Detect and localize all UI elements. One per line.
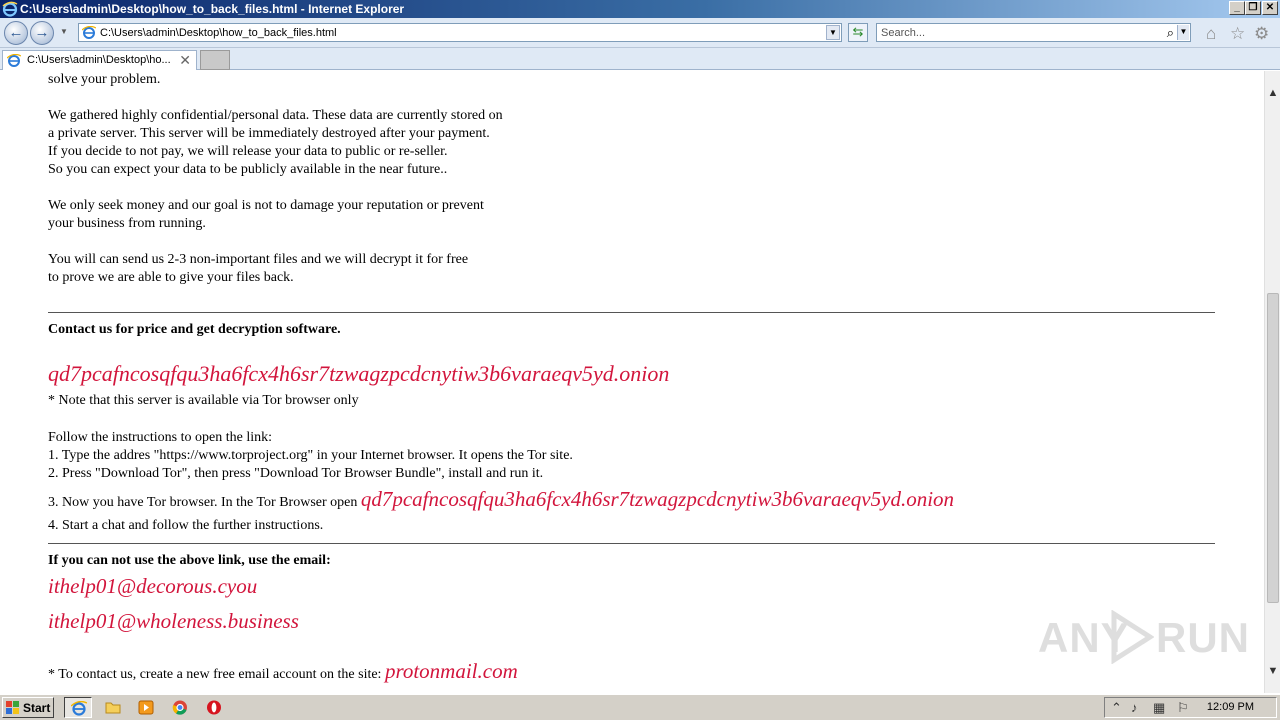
divider [48, 312, 1215, 313]
watermark-right-text: RUN [1156, 614, 1250, 661]
address-dropdown-icon[interactable]: ▼ [826, 25, 840, 40]
divider [48, 543, 1215, 544]
search-box[interactable]: Search... ⌕ ▼ [876, 23, 1191, 42]
step-4: 4. Start a chat and follow the further i… [48, 518, 324, 533]
title-bar: C:\Users\admin\Desktop\how_to_back_files… [0, 0, 1280, 18]
favorites-icon[interactable]: ☆ [1230, 24, 1245, 44]
email-heading: If you can not use the above link, use t… [48, 553, 331, 568]
gear-icon[interactable]: ⚙ [1254, 24, 1269, 44]
step-1: 1. Type the addres "https://www.torproje… [48, 448, 573, 463]
search-dropdown-icon[interactable]: ▼ [1177, 25, 1189, 40]
decrypt-paragraph: You will can send us 2-3 non-important f… [48, 252, 469, 285]
opera-icon [207, 700, 221, 715]
play-icon [1111, 610, 1154, 664]
email-link-decorous[interactable]: ithelp01@decorous.cyou [48, 574, 257, 599]
anyrun-watermark: ANY RUN [1038, 606, 1249, 666]
home-icon[interactable]: ⌂ [1206, 24, 1216, 44]
intro-tail: solve your problem. [48, 72, 161, 87]
system-tray: ⌃ ♪ ▦ ⚐ 12:09 PM [1104, 697, 1277, 718]
instructions-list: Follow the instructions to open the link… [48, 429, 573, 483]
windows-logo-icon [6, 701, 19, 714]
onion-link[interactable]: qd7pcafncosqfqu3ha6fcx4h6sr7tzwagzpcdcny… [48, 361, 669, 387]
chrome-icon [172, 700, 187, 715]
tab-label[interactable]: C:\Users\admin\Desktop\ho... [27, 54, 175, 66]
action-center-flag-icon[interactable]: ⚐ [1177, 700, 1189, 716]
taskbar-opera[interactable] [200, 697, 228, 718]
taskbar-media-player[interactable] [132, 697, 160, 718]
address-url[interactable]: C:\Users\admin\Desktop\how_to_back_files… [100, 27, 337, 39]
page-content: solve your problem. We gathered highly c… [0, 71, 1264, 693]
address-bar[interactable]: C:\Users\admin\Desktop\how_to_back_files… [78, 23, 842, 42]
protonmail-line: * To contact us, create a new free email… [48, 659, 518, 683]
scroll-up-icon[interactable]: ▲ [1265, 85, 1280, 101]
data-paragraph: We gathered highly confidential/personal… [48, 108, 503, 177]
internet-explorer-icon [2, 1, 18, 17]
history-dropdown-icon[interactable]: ▼ [60, 27, 68, 36]
window-title: C:\Users\admin\Desktop\how_to_back_files… [20, 2, 405, 16]
internet-explorer-icon [71, 701, 87, 716]
tab-bar: C:\Users\admin\Desktop\ho... ✕ [0, 48, 1280, 70]
clock[interactable]: 12:09 PM [1207, 701, 1254, 713]
email-link-wholeness[interactable]: ithelp01@wholeness.business [48, 609, 299, 634]
show-hidden-icons-icon[interactable]: ⌃ [1111, 700, 1122, 716]
restore-button[interactable]: ❐ [1245, 1, 1261, 15]
folder-icon [105, 702, 121, 714]
vertical-scrollbar[interactable]: ▲ ▼ [1264, 71, 1280, 693]
step-3-onion-link[interactable]: qd7pcafncosqfqu3ha6fcx4h6sr7tzwagzpcdcny… [361, 487, 954, 511]
step-3: 3. Now you have Tor browser. In the Tor … [48, 487, 955, 511]
start-button[interactable]: Start [2, 697, 54, 718]
step-2: 2. Press "Download Tor", then press "Dow… [48, 466, 544, 481]
ie-page-icon [7, 54, 21, 67]
taskbar-chrome[interactable] [166, 697, 194, 718]
close-window-button[interactable]: ✕ [1262, 1, 1278, 15]
instructions-heading: Follow the instructions to open the link… [48, 430, 272, 445]
protonmail-link[interactable]: protonmail.com [385, 659, 518, 683]
tor-note: * Note that this server is available via… [48, 393, 359, 408]
network-icon[interactable]: ▦ [1153, 700, 1165, 716]
refresh-button[interactable]: ⇆ [848, 23, 868, 42]
back-button[interactable]: ← [4, 21, 28, 45]
ie-page-icon [82, 26, 96, 39]
taskbar: Start ⌃ ♪ ▦ ⚐ 12:09 PM [0, 694, 1280, 720]
media-player-icon [138, 700, 154, 715]
scroll-thumb[interactable] [1267, 293, 1279, 603]
volume-icon[interactable]: ♪ [1131, 700, 1138, 715]
money-paragraph: We only seek money and our goal is not t… [48, 198, 484, 231]
taskbar-explorer[interactable] [99, 697, 127, 718]
search-input[interactable]: Search... [881, 27, 925, 39]
minimize-button[interactable]: _ [1229, 1, 1245, 15]
navigation-bar: ← → ▼ C:\Users\admin\Desktop\how_to_back… [0, 18, 1280, 48]
forward-button[interactable]: → [30, 21, 54, 45]
new-tab-button[interactable] [200, 50, 230, 70]
contact-heading: Contact us for price and get decryption … [48, 322, 341, 337]
close-tab-icon[interactable]: ✕ [179, 52, 191, 69]
tab-how-to-back-files[interactable]: C:\Users\admin\Desktop\ho... ✕ [2, 50, 197, 70]
search-icon[interactable]: ⌕ [1167, 25, 1174, 41]
taskbar-internet-explorer[interactable] [64, 697, 92, 718]
start-label[interactable]: Start [23, 701, 50, 715]
scroll-down-icon[interactable]: ▼ [1265, 663, 1280, 679]
